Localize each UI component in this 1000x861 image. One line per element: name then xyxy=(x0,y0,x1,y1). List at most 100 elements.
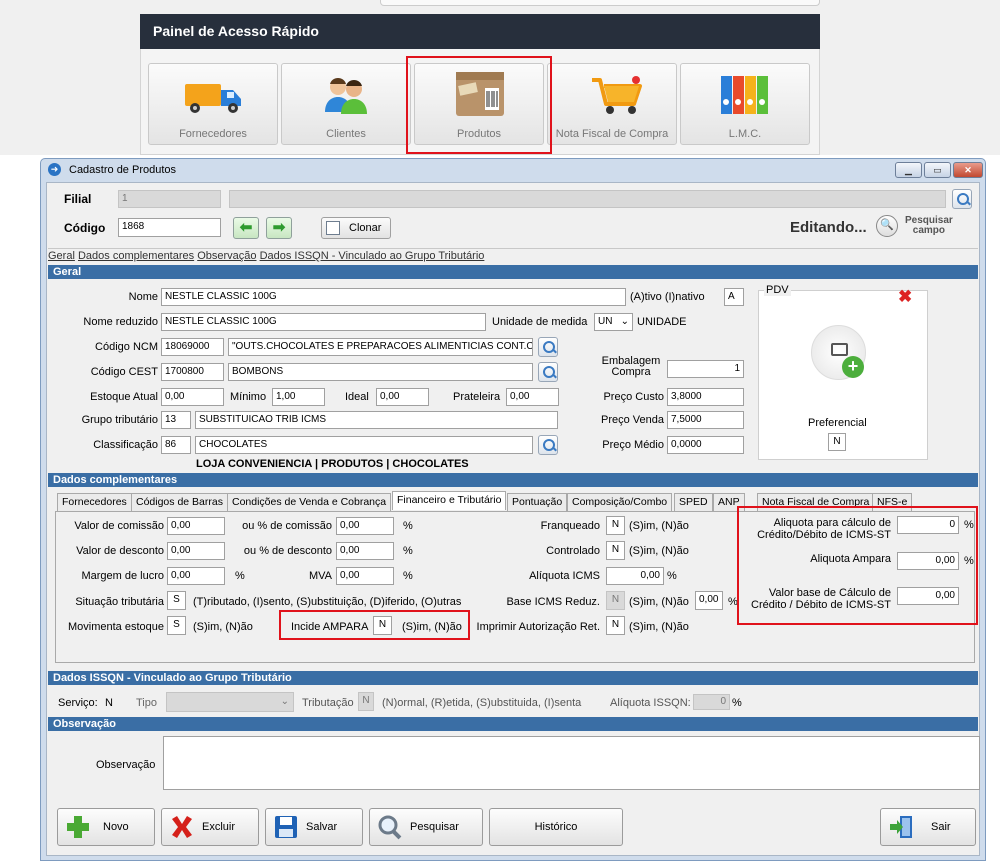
tab-composicao-combo[interactable]: Composição/Combo xyxy=(567,493,673,511)
tab-financeiro-tributario[interactable]: Financeiro e Tributário xyxy=(392,491,507,510)
minimo-field[interactable]: 1,00 xyxy=(272,388,325,406)
medio-field[interactable]: 0,0000 xyxy=(667,436,744,454)
product-image-placeholder[interactable]: + xyxy=(811,325,866,380)
venda-field[interactable]: 7,5000 xyxy=(667,411,744,429)
copy-icon xyxy=(326,221,340,235)
franqueado-hint: (S)im, (N)ão xyxy=(629,520,689,532)
chevron-down-icon: ⌄ xyxy=(280,696,289,707)
mva-field[interactable]: 0,00 xyxy=(336,567,394,585)
previous-button[interactable]: ⬅ xyxy=(233,217,259,239)
valor-base-field[interactable]: 0,00 xyxy=(897,587,959,605)
imprimir-field[interactable]: N xyxy=(606,616,625,635)
tab-fornecedores[interactable]: Fornecedores xyxy=(57,493,132,511)
ativo-field[interactable]: A xyxy=(724,288,744,306)
historico-button[interactable]: Histórico xyxy=(489,808,623,846)
unidade-select[interactable]: UN ⌄ xyxy=(594,313,633,331)
pct-desconto-field[interactable]: 0,00 xyxy=(336,542,394,560)
estoque-field[interactable]: 0,00 xyxy=(161,388,224,406)
embalagem-field[interactable]: 1 xyxy=(667,360,744,378)
link-dados-issqn[interactable]: Dados ISSQN - Vinculado ao Grupo Tributá… xyxy=(260,250,485,262)
ncm-field[interactable]: 18069000 xyxy=(161,338,224,356)
aliq-icms-label: Alíquota ICMS xyxy=(529,570,600,582)
nome-field[interactable]: NESTLE CLASSIC 100G xyxy=(161,288,626,306)
tipo-select[interactable]: ⌄ xyxy=(166,692,294,712)
observacao-textarea[interactable] xyxy=(163,736,980,790)
ampara-label: Incide AMPARA xyxy=(291,621,369,633)
maximize-button[interactable]: ▭ xyxy=(924,162,951,178)
ampara-hint: (S)im, (N)ão xyxy=(402,621,462,633)
pct-symbol: % xyxy=(732,697,742,709)
aliq-icms-field[interactable]: 0,00 xyxy=(606,567,664,585)
pesquisar-campo-button[interactable]: Pesquisar campo xyxy=(905,216,953,236)
section-observacao-header: Observação xyxy=(48,717,978,731)
prateleira-label: Prateleira xyxy=(453,391,501,403)
ampara-field[interactable]: N xyxy=(373,616,392,635)
classificacao-search-button[interactable] xyxy=(538,435,558,455)
valor-base-label: Valor base de Cálculo de Crédito / Débit… xyxy=(745,587,891,611)
excluir-button[interactable]: Excluir xyxy=(161,808,259,846)
sair-button[interactable]: Sair xyxy=(880,808,976,846)
base-reduz-field[interactable]: N xyxy=(606,591,625,610)
codigo-field[interactable]: 1868 xyxy=(118,218,221,237)
magnifier-icon xyxy=(377,814,403,840)
controlado-label: Controlado xyxy=(546,545,600,557)
tile-lmc[interactable]: L.M.C. xyxy=(680,63,810,145)
tile-fornecedores[interactable]: Fornecedores xyxy=(148,63,278,145)
cest-field[interactable]: 1700800 xyxy=(161,363,224,381)
tab-condicoes-venda[interactable]: Condições de Venda e Cobrança xyxy=(227,493,392,511)
ideal-field[interactable]: 0,00 xyxy=(376,388,429,406)
preferencial-field[interactable]: N xyxy=(828,433,846,451)
classificacao-field[interactable]: 86 xyxy=(161,436,191,454)
add-image-icon: + xyxy=(842,356,864,378)
minimize-button[interactable]: ▁ xyxy=(895,162,922,178)
window-title: Cadastro de Produtos xyxy=(69,164,177,176)
cest-search-button[interactable] xyxy=(538,362,558,382)
comissao-field[interactable]: 0,00 xyxy=(167,517,225,535)
nome-reduzido-field[interactable]: NESTLE CLASSIC 100G xyxy=(161,313,486,331)
tab-codigos-barras[interactable]: Códigos de Barras xyxy=(131,493,228,511)
ncm-search-button[interactable] xyxy=(538,337,558,357)
pct-symbol: % xyxy=(235,570,245,582)
valor-base-label-line2: Crédito / Débito de ICMS-ST xyxy=(751,599,891,611)
filial-search-button[interactable] xyxy=(952,189,972,209)
aliq-ampara-field[interactable]: 0,00 xyxy=(897,552,959,570)
servico-value: N xyxy=(105,697,113,709)
classificacao-description-field: CHOCOLATES xyxy=(195,436,533,454)
franqueado-field[interactable]: N xyxy=(606,516,625,535)
truck-icon xyxy=(149,72,277,116)
movimenta-field[interactable]: S xyxy=(167,616,186,635)
situacao-field[interactable]: S xyxy=(167,591,186,610)
desconto-field[interactable]: 0,00 xyxy=(167,542,225,560)
base-reduz-pct-field[interactable]: 0,00 xyxy=(695,591,723,610)
controlado-field[interactable]: N xyxy=(606,541,625,560)
comissao-label: Valor de comissão xyxy=(74,520,164,532)
remove-image-icon[interactable]: ✖ xyxy=(898,287,912,307)
link-dados-complementares[interactable]: Dados complementares xyxy=(78,250,194,262)
link-geral[interactable]: Geral xyxy=(48,250,75,262)
salvar-button[interactable]: Salvar xyxy=(265,808,363,846)
tile-clientes[interactable]: Clientes xyxy=(281,63,411,145)
clonar-button[interactable]: Clonar xyxy=(321,217,391,239)
next-button[interactable]: ➡ xyxy=(266,217,292,239)
tributacao-field[interactable]: N xyxy=(358,692,374,711)
tab-sped[interactable]: SPED xyxy=(674,493,713,511)
close-button[interactable]: ✕ xyxy=(953,162,983,178)
filial-field[interactable]: 1 xyxy=(118,190,221,208)
search-field-icon[interactable]: 🔍 xyxy=(876,215,898,237)
grupo-field[interactable]: 13 xyxy=(161,411,191,429)
aliq-credito-field[interactable]: 0 xyxy=(897,516,959,534)
pct-comissao-field[interactable]: 0,00 xyxy=(336,517,394,535)
custo-field[interactable]: 3,8000 xyxy=(667,388,744,406)
margem-field[interactable]: 0,00 xyxy=(167,567,225,585)
base-reduz-hint: (S)im, (N)ão xyxy=(629,596,689,608)
tile-nota-fiscal-compra[interactable]: Nota Fiscal de Compra xyxy=(547,63,677,145)
prateleira-field[interactable]: 0,00 xyxy=(506,388,559,406)
tab-pontuacao[interactable]: Pontuação xyxy=(507,493,568,511)
pesquisar-button[interactable]: Pesquisar xyxy=(369,808,483,846)
save-disk-icon xyxy=(273,814,299,840)
imprimir-label: Imprimir Autorização Ret. xyxy=(476,621,600,633)
minimo-label: Mínimo xyxy=(230,391,267,403)
novo-button[interactable]: Novo xyxy=(57,808,155,846)
aliquota-issqn-field[interactable]: 0 xyxy=(693,694,730,710)
link-observacao[interactable]: Observação xyxy=(197,250,256,262)
